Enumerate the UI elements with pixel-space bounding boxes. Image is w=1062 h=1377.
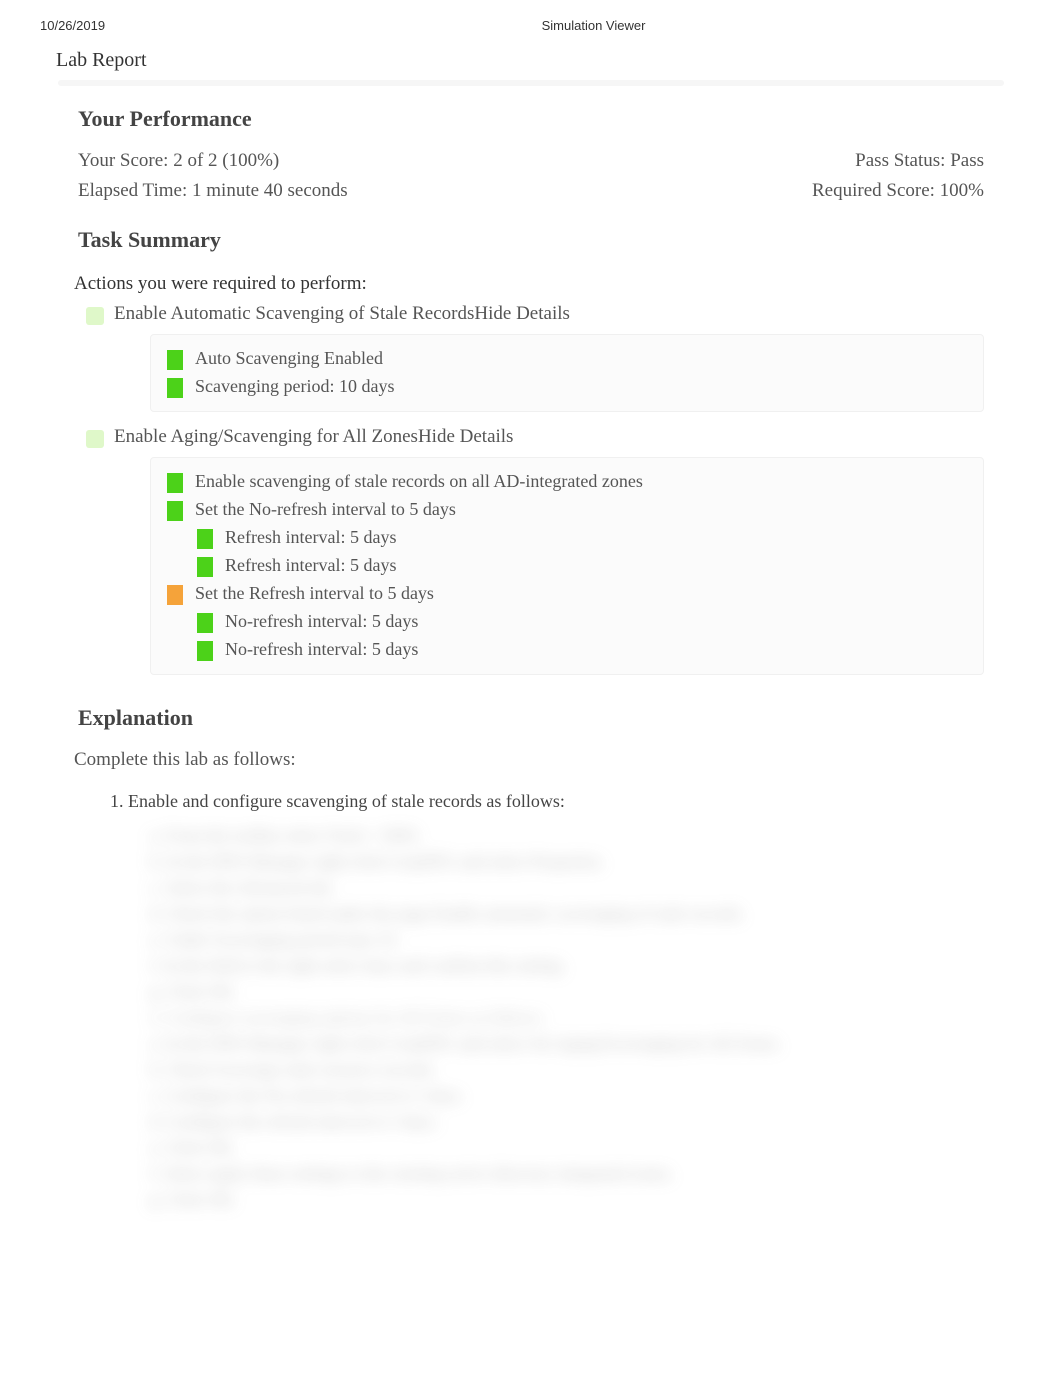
status-marker-icon [167,350,183,370]
pass-value: Pass [950,150,984,171]
elapsed-row: Elapsed Time: 1 minute 40 seconds [78,176,724,206]
hide-details-link[interactable]: Hide Details [474,303,570,324]
status-marker-icon [167,378,183,398]
task-row: Enable Aging/Scavenging for All ZonesHid… [0,422,1062,451]
elapsed-value: 1 minute 40 seconds [192,180,348,201]
status-marker-icon [167,473,183,493]
detail-text: Refresh interval: 5 days [225,555,396,576]
explanation-list: 1. Enable and configure scavenging of st… [0,789,1062,814]
detail-row: No-refresh interval: 5 days [167,608,967,636]
pass-row: Pass Status: Pass [724,146,984,176]
detail-row: No-refresh interval: 5 days [167,636,967,664]
explanation-intro: Complete this lab as follows: [0,745,1062,789]
task-title: Enable Aging/Scavenging for All Zones [114,426,418,447]
status-marker-icon [197,613,213,633]
task-title-wrap: Enable Automatic Scavenging of Stale Rec… [114,303,570,325]
status-marker-icon [197,529,213,549]
task-row: Enable Automatic Scavenging of Stale Rec… [0,299,1062,328]
status-marker-icon [167,501,183,521]
detail-text: No-refresh interval: 5 days [225,639,418,660]
explanation-step: 1. Enable and configure scavenging of st… [110,789,1062,814]
detail-panel: Auto Scavenging Enabled Scavenging perio… [150,334,984,412]
detail-row: Scavenging period: 10 days [167,373,967,401]
required-label: Required Score: [812,180,940,201]
task-title: Enable Automatic Scavenging of Stale Rec… [114,303,474,324]
detail-panel: Enable scavenging of stale records on al… [150,457,984,675]
detail-row: Refresh interval: 5 days [167,552,967,580]
header-app-title: Simulation Viewer [105,18,1022,33]
page: 10/26/2019 Simulation Viewer Lab Report … [0,0,1062,1208]
detail-text: Set the No-refresh interval to 5 days [195,499,456,520]
performance-block: Your Score: 2 of 2 (100%) Elapsed Time: … [0,146,1062,207]
detail-text: Scavenging period: 10 days [195,376,394,397]
detail-text: Set the Refresh interval to 5 days [195,583,434,604]
task-summary-heading: Task Summary [0,207,1062,267]
detail-text: Auto Scavenging Enabled [195,348,383,369]
score-label: Your Score: [78,150,173,171]
page-header: 10/26/2019 Simulation Viewer [0,0,1062,41]
actions-label: Actions you were required to perform: [0,267,1062,299]
detail-text: No-refresh interval: 5 days [225,611,418,632]
report-title: Lab Report [0,41,1062,80]
performance-heading: Your Performance [0,86,1062,146]
status-marker-icon [197,557,213,577]
header-date: 10/26/2019 [40,18,105,33]
task-title-wrap: Enable Aging/Scavenging for All ZonesHid… [114,426,513,448]
blurred-content: a. From the toolbar select Tools > DNS. … [0,814,1062,1208]
elapsed-label: Elapsed Time: [78,180,192,201]
required-row: Required Score: 100% [724,176,984,206]
score-value: 2 of 2 (100%) [173,150,279,171]
status-marker-icon [167,585,183,605]
detail-text: Enable scavenging of stale records on al… [195,471,643,492]
explanation-heading: Explanation [0,685,1062,745]
detail-row: Set the No-refresh interval to 5 days [167,496,967,524]
performance-right: Pass Status: Pass Required Score: 100% [724,146,984,207]
status-marker-icon [197,641,213,661]
hide-details-link[interactable]: Hide Details [418,426,514,447]
detail-row: Enable scavenging of stale records on al… [167,468,967,496]
pass-label: Pass Status: [855,150,950,171]
check-icon [86,430,104,448]
performance-left: Your Score: 2 of 2 (100%) Elapsed Time: … [78,146,724,207]
detail-text: Refresh interval: 5 days [225,527,396,548]
check-icon [86,307,104,325]
score-row: Your Score: 2 of 2 (100%) [78,146,724,176]
detail-row: Auto Scavenging Enabled [167,345,967,373]
detail-row: Set the Refresh interval to 5 days [167,580,967,608]
required-value: 100% [940,180,984,201]
detail-row: Refresh interval: 5 days [167,524,967,552]
